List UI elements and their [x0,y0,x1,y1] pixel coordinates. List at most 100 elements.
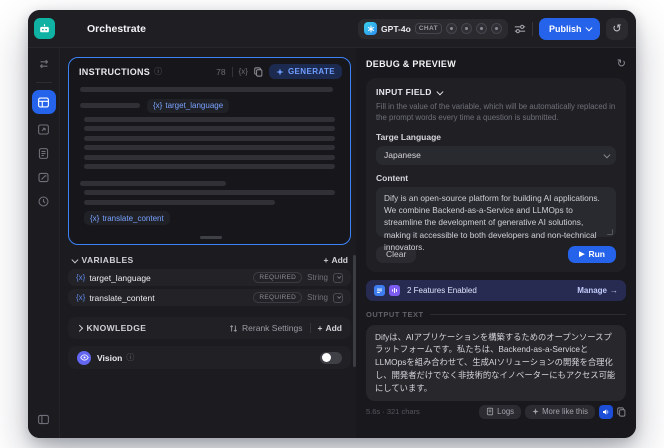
features-enabled-bar[interactable]: 2 Features Enabled Manage → [366,279,626,301]
resize-drag-handle[interactable] [199,236,222,239]
manage-label: Manage [577,285,607,295]
sidebar-item-monitoring[interactable] [33,190,55,212]
vision-eye-icon [77,350,91,365]
output-divider [429,313,626,315]
insert-variable-icon[interactable]: {x} [239,67,248,76]
feature-tts-icon [389,284,400,296]
sidebar-item-orchestrate[interactable] [31,90,56,114]
add-knowledge-button[interactable]: + Add [318,323,343,333]
capability-icon-3 [475,23,487,34]
add-label: Add [325,323,342,333]
logs-button[interactable]: Logs [479,404,522,419]
skeleton-line [84,126,335,131]
vision-feature-row: Vision ⓘ [68,346,351,369]
input-field-header[interactable]: INPUT FIELD [376,87,616,97]
rerank-settings-button[interactable]: Rerank Settings [229,323,303,333]
sparkle-icon [532,408,539,416]
resize-corner-icon[interactable] [607,228,613,235]
variable-chip-translate-content[interactable]: {x} translate_content [84,211,170,225]
switch-app-icon[interactable] [33,53,55,75]
sidebar-item-annotations[interactable] [33,166,55,188]
arrow-right-icon: → [610,285,618,295]
content-textarea[interactable]: Dify is an open-source platform for buil… [376,186,616,252]
titlebar-divider [531,21,533,36]
chevron-down-icon [436,88,443,95]
capability-icon-1 [445,23,457,34]
page-title: Orchestrate [87,22,146,35]
variable-type: String [307,293,328,302]
content-label: Content [376,172,409,183]
skeleton-line [84,164,335,169]
speaker-icon [603,409,609,415]
output-meta: 5.6s · 321 chars [366,407,420,417]
feature-citations-icon [374,284,385,296]
manage-features-link[interactable]: Manage → [577,286,618,295]
skeleton-line [84,199,275,205]
publish-button[interactable]: Publish [538,17,600,40]
instructions-title: INSTRUCTIONS [79,66,151,77]
text-to-speech-button[interactable] [599,404,613,419]
input-field-card: INPUT FIELD Fill in the value of the var… [366,78,626,272]
info-icon: ⓘ [154,67,163,76]
required-badge: REQUIRED [253,292,303,303]
skeleton-line [84,135,335,141]
titlebar: Orchestrate GPT-4o CHAT Publish ↺ [28,10,636,48]
skeleton-line [80,87,334,92]
collapse-sidebar-icon[interactable] [33,408,55,430]
variable-row-translate-content[interactable]: {x} translate_content REQUIRED String [68,289,351,306]
openai-icon [364,22,378,35]
debug-preview-title: DEBUG & PREVIEW [366,58,457,69]
version-history-icon[interactable]: ↺ [606,17,628,40]
more-like-this-label: More like this [542,407,588,417]
publish-label: Publish [548,23,582,34]
run-label: Run [588,249,605,260]
chevron-down-icon [603,151,610,158]
logs-icon [487,408,494,416]
vision-label: Vision [97,352,123,363]
scrollbar-thumb[interactable] [353,255,356,367]
skeleton-line [84,116,335,122]
vision-toggle[interactable] [320,351,342,364]
variables-section-header[interactable]: VARIABLES + Add [71,255,349,265]
add-label: Add [331,255,348,265]
sparkle-icon [276,67,284,76]
sidebar-item-logs[interactable] [33,142,55,164]
add-variable-button[interactable]: + Add [324,255,349,265]
variable-name: target_language [89,272,151,283]
sidebar-item-preview[interactable] [33,118,55,140]
variable-name: translate_content [102,213,164,223]
debug-preview-panel: DEBUG & PREVIEW ↻ INPUT FIELD Fill in th… [356,48,636,438]
more-like-this-button[interactable]: More like this [525,404,595,419]
content-value: Dify is an open-source platform for buil… [384,192,600,253]
variable-type-selector-icon[interactable] [333,272,343,283]
prompt-content[interactable]: {x} target_language {x} translate_content [69,82,350,244]
instructions-editor[interactable]: INSTRUCTIONS ⓘ 78 {x} GENERATE {x} targe… [68,57,351,245]
variable-row-target-language[interactable]: {x} target_language REQUIRED String [68,269,351,286]
generate-button[interactable]: GENERATE [268,64,342,79]
model-params-sliders-icon[interactable] [514,23,526,35]
generate-label: GENERATE [287,67,335,76]
capability-icon-4 [490,23,502,34]
knowledge-title: KNOWLEDGE [86,323,147,333]
variable-chip-target-language[interactable]: {x} target_language [147,98,230,113]
char-count: 78 [216,66,226,77]
chevron-down-icon [71,256,79,263]
run-button[interactable]: ▶ Run [568,245,616,263]
knowledge-section-header[interactable]: KNOWLEDGE Rerank Settings + Add [68,317,351,339]
target-language-select[interactable]: Japanese [376,145,616,165]
model-name: GPT-4o [381,23,411,34]
copy-icon[interactable] [254,66,263,77]
features-enabled-text: 2 Features Enabled [407,285,477,295]
variable-type-selector-icon[interactable] [333,292,343,303]
copy-output-icon[interactable] [617,407,626,417]
variable-prefix: {x} [90,213,100,223]
variable-name: target_language [165,101,224,110]
model-selector[interactable]: GPT-4o CHAT [358,18,508,39]
input-field-description: Fill in the value of the variable, which… [376,102,616,123]
play-icon: ▶ [579,251,585,259]
refresh-icon[interactable]: ↻ [617,57,626,70]
selected-value: Japanese [384,150,421,161]
app-window: Orchestrate GPT-4o CHAT Publish ↺ INSTRU… [28,10,636,438]
variable-prefix: {x} [153,101,163,110]
app-logo-robot-icon[interactable] [34,18,55,39]
